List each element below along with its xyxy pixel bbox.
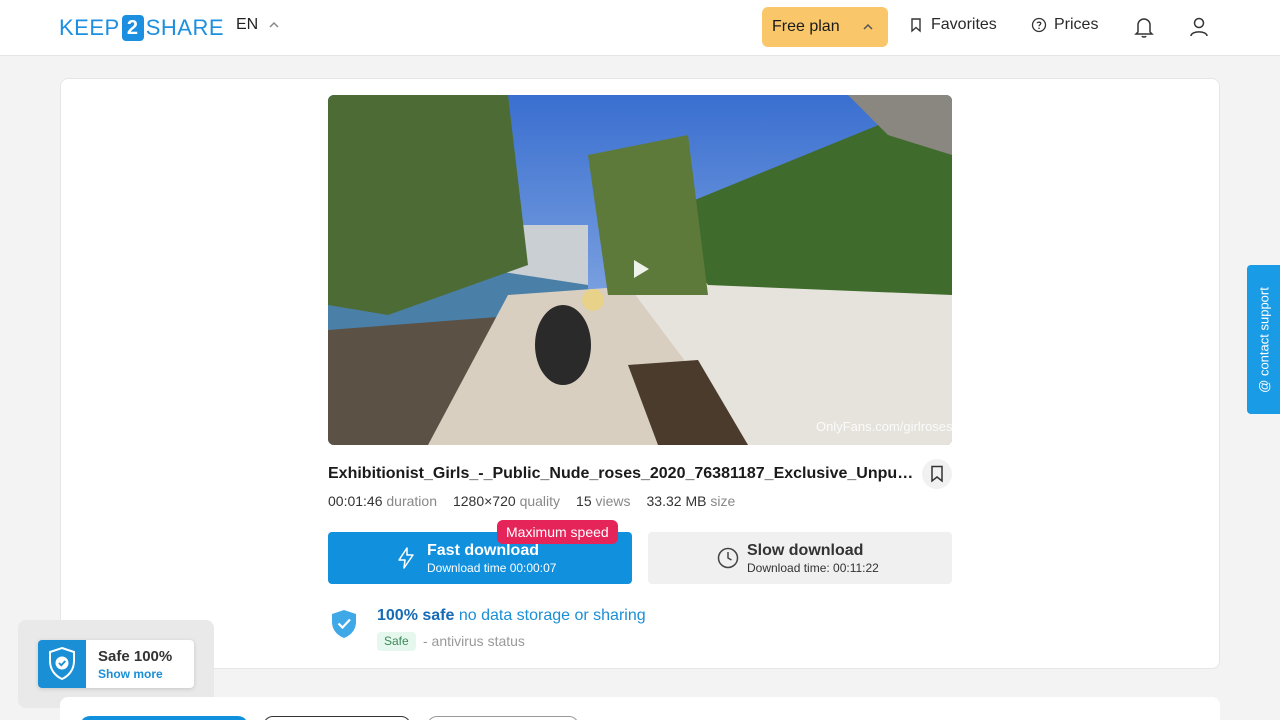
- fast-download-label: Fast download: [427, 542, 539, 559]
- meta-quality: 1280×720 quality: [452, 493, 561, 509]
- meta-duration: 00:01:46 duration: [328, 493, 437, 509]
- file-meta: 00:01:46 duration 1280×720 quality 15 vi…: [328, 493, 735, 509]
- file-title: Exhibitionist_Girls_-_Public_Nude_roses_…: [328, 465, 920, 482]
- clock-icon: [717, 547, 739, 569]
- video-watermark: OnlyFans.com/girlroses: [816, 419, 953, 434]
- meta-views: 15 views: [576, 493, 631, 509]
- language-label: EN: [236, 16, 259, 33]
- free-plan-button[interactable]: Free plan: [762, 7, 888, 47]
- chevron-up-icon: [863, 23, 873, 30]
- bell-icon[interactable]: [1133, 15, 1155, 39]
- bookmark-icon: [911, 18, 921, 33]
- play-icon[interactable]: [631, 258, 651, 280]
- tab-pill-3[interactable]: [427, 716, 579, 720]
- safe-widget-shield: [38, 640, 86, 688]
- chevron-up-icon: [269, 21, 279, 28]
- shield-check-icon: [49, 646, 75, 681]
- question-circle-icon: [1031, 17, 1047, 33]
- add-favorite-button[interactable]: [922, 459, 952, 489]
- slow-download-button[interactable]: Slow download Download time: 00:11:22: [648, 532, 952, 584]
- language-selector[interactable]: EN: [236, 16, 280, 34]
- fast-download-time: Download time 00:00:07: [427, 561, 557, 575]
- slow-download-time: Download time: 00:11:22: [747, 561, 879, 575]
- shield-check-icon: [332, 610, 356, 638]
- prices-link[interactable]: Prices: [1031, 16, 1098, 34]
- prices-label: Prices: [1054, 16, 1099, 33]
- safety-headline: 100% safe no data storage or sharing: [377, 607, 646, 624]
- meta-size: 33.32 MB size: [646, 493, 736, 509]
- safe-widget-title: Safe 100%: [98, 648, 173, 665]
- show-more-link[interactable]: Show more: [98, 667, 163, 681]
- contact-support-label: @ contact support: [1256, 286, 1271, 393]
- user-icon[interactable]: [1188, 15, 1210, 39]
- safe-widget[interactable]: Safe 100% Show more: [38, 640, 194, 688]
- max-speed-badge: Maximum speed: [497, 520, 618, 544]
- site-logo[interactable]: KEEP 2 SHARE: [59, 14, 224, 42]
- antivirus-badge: Safe: [377, 632, 416, 651]
- free-plan-label: Free plan: [772, 18, 840, 35]
- tab-pill-2[interactable]: [263, 716, 411, 720]
- bookmark-icon: [931, 465, 943, 483]
- slow-download-label: Slow download: [747, 542, 864, 559]
- contact-support-button[interactable]: @ contact support: [1247, 265, 1280, 414]
- lightning-icon: [398, 547, 414, 569]
- favorites-link[interactable]: Favorites: [908, 16, 997, 34]
- favorites-label: Favorites: [931, 16, 997, 33]
- tab-pill-1[interactable]: [80, 716, 248, 720]
- header: KEEP 2 SHARE EN Free plan Favorites Prices: [0, 0, 1280, 56]
- antivirus-status: - antivirus status: [423, 633, 525, 649]
